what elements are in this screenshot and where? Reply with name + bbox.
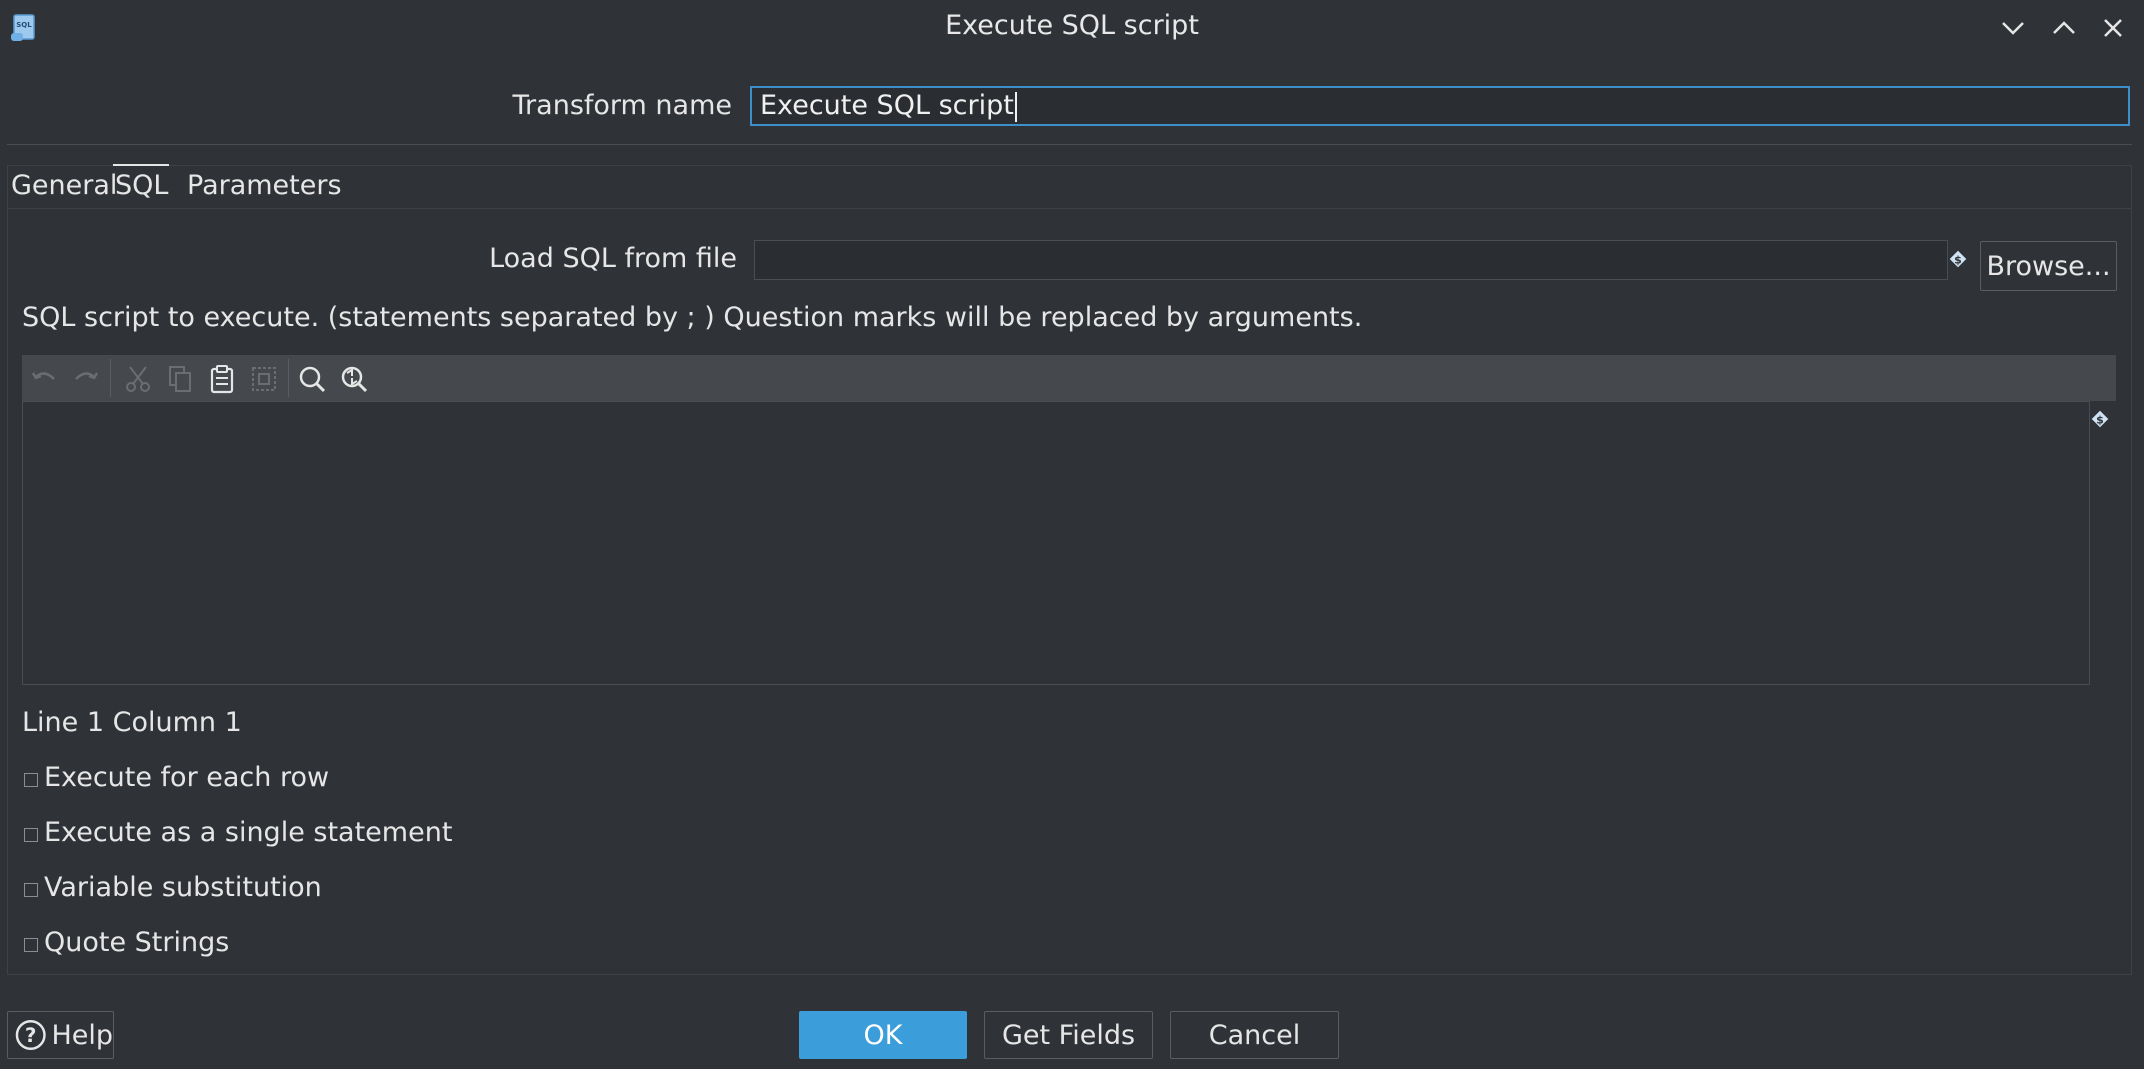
- checkbox-box[interactable]: [24, 828, 38, 842]
- checkbox-box[interactable]: [24, 883, 38, 897]
- checkbox-label: Quote Strings: [44, 927, 230, 958]
- svg-text:$: $: [1954, 254, 1962, 267]
- transform-name-value: Execute SQL script: [760, 90, 1014, 121]
- maximize-button[interactable]: [2048, 12, 2080, 44]
- cut-icon[interactable]: [122, 363, 154, 395]
- search-icon[interactable]: [296, 363, 328, 395]
- variable-icon[interactable]: $: [1948, 245, 1968, 269]
- cursor-position-status: Line 1 Column 1: [22, 707, 242, 738]
- tab-parameters[interactable]: Parameters: [187, 170, 342, 201]
- transform-name-label: Transform name: [512, 90, 732, 121]
- chevron-down-icon: [2002, 22, 2024, 35]
- chevron-up-icon: [2053, 21, 2075, 34]
- editor-toolbar: [22, 355, 2116, 401]
- sql-editor[interactable]: [22, 401, 2090, 685]
- text-caret: [1014, 91, 1017, 122]
- toolbar-separator: [110, 359, 111, 397]
- help-button[interactable]: ? Help: [7, 1011, 114, 1059]
- toolbar-separator: [288, 359, 289, 397]
- sql-script-description: SQL script to execute. (statements separ…: [22, 302, 1363, 333]
- ok-button[interactable]: OK: [799, 1011, 967, 1059]
- close-button[interactable]: [2097, 12, 2129, 44]
- svg-text:$: $: [2096, 414, 2104, 427]
- svg-text:?: ?: [25, 1024, 36, 1047]
- minimize-button[interactable]: [1997, 12, 2029, 44]
- variable-icon[interactable]: $: [2090, 405, 2110, 429]
- transform-name-input[interactable]: Execute SQL script: [750, 86, 2130, 126]
- paste-icon[interactable]: [206, 363, 238, 395]
- help-label: Help: [51, 1019, 113, 1051]
- window-title: Execute SQL script: [945, 10, 1199, 41]
- replace-icon[interactable]: [338, 363, 370, 395]
- load-sql-file-input[interactable]: [754, 240, 1948, 280]
- cancel-button[interactable]: Cancel: [1170, 1011, 1339, 1059]
- selected-tab-indicator: [113, 164, 169, 166]
- copy-icon[interactable]: [164, 363, 196, 395]
- redo-icon[interactable]: [70, 363, 102, 395]
- checkbox-box[interactable]: [24, 938, 38, 952]
- checkbox-label: Variable substitution: [44, 872, 322, 903]
- tab-sql[interactable]: SQL: [115, 170, 168, 201]
- tab-general[interactable]: General: [11, 170, 117, 201]
- browse-button[interactable]: Browse...: [1980, 241, 2117, 291]
- select-all-icon[interactable]: [248, 363, 280, 395]
- get-fields-button[interactable]: Get Fields: [984, 1011, 1153, 1059]
- close-icon: [2104, 19, 2122, 37]
- checkbox-label: Execute as a single statement: [44, 817, 453, 848]
- help-icon: ?: [15, 1020, 46, 1050]
- undo-icon[interactable]: [28, 363, 60, 395]
- checkbox-label: Execute for each row: [44, 762, 330, 793]
- load-sql-label: Load SQL from file: [489, 243, 737, 274]
- checkbox-box[interactable]: [24, 773, 38, 787]
- divider: [7, 144, 2132, 145]
